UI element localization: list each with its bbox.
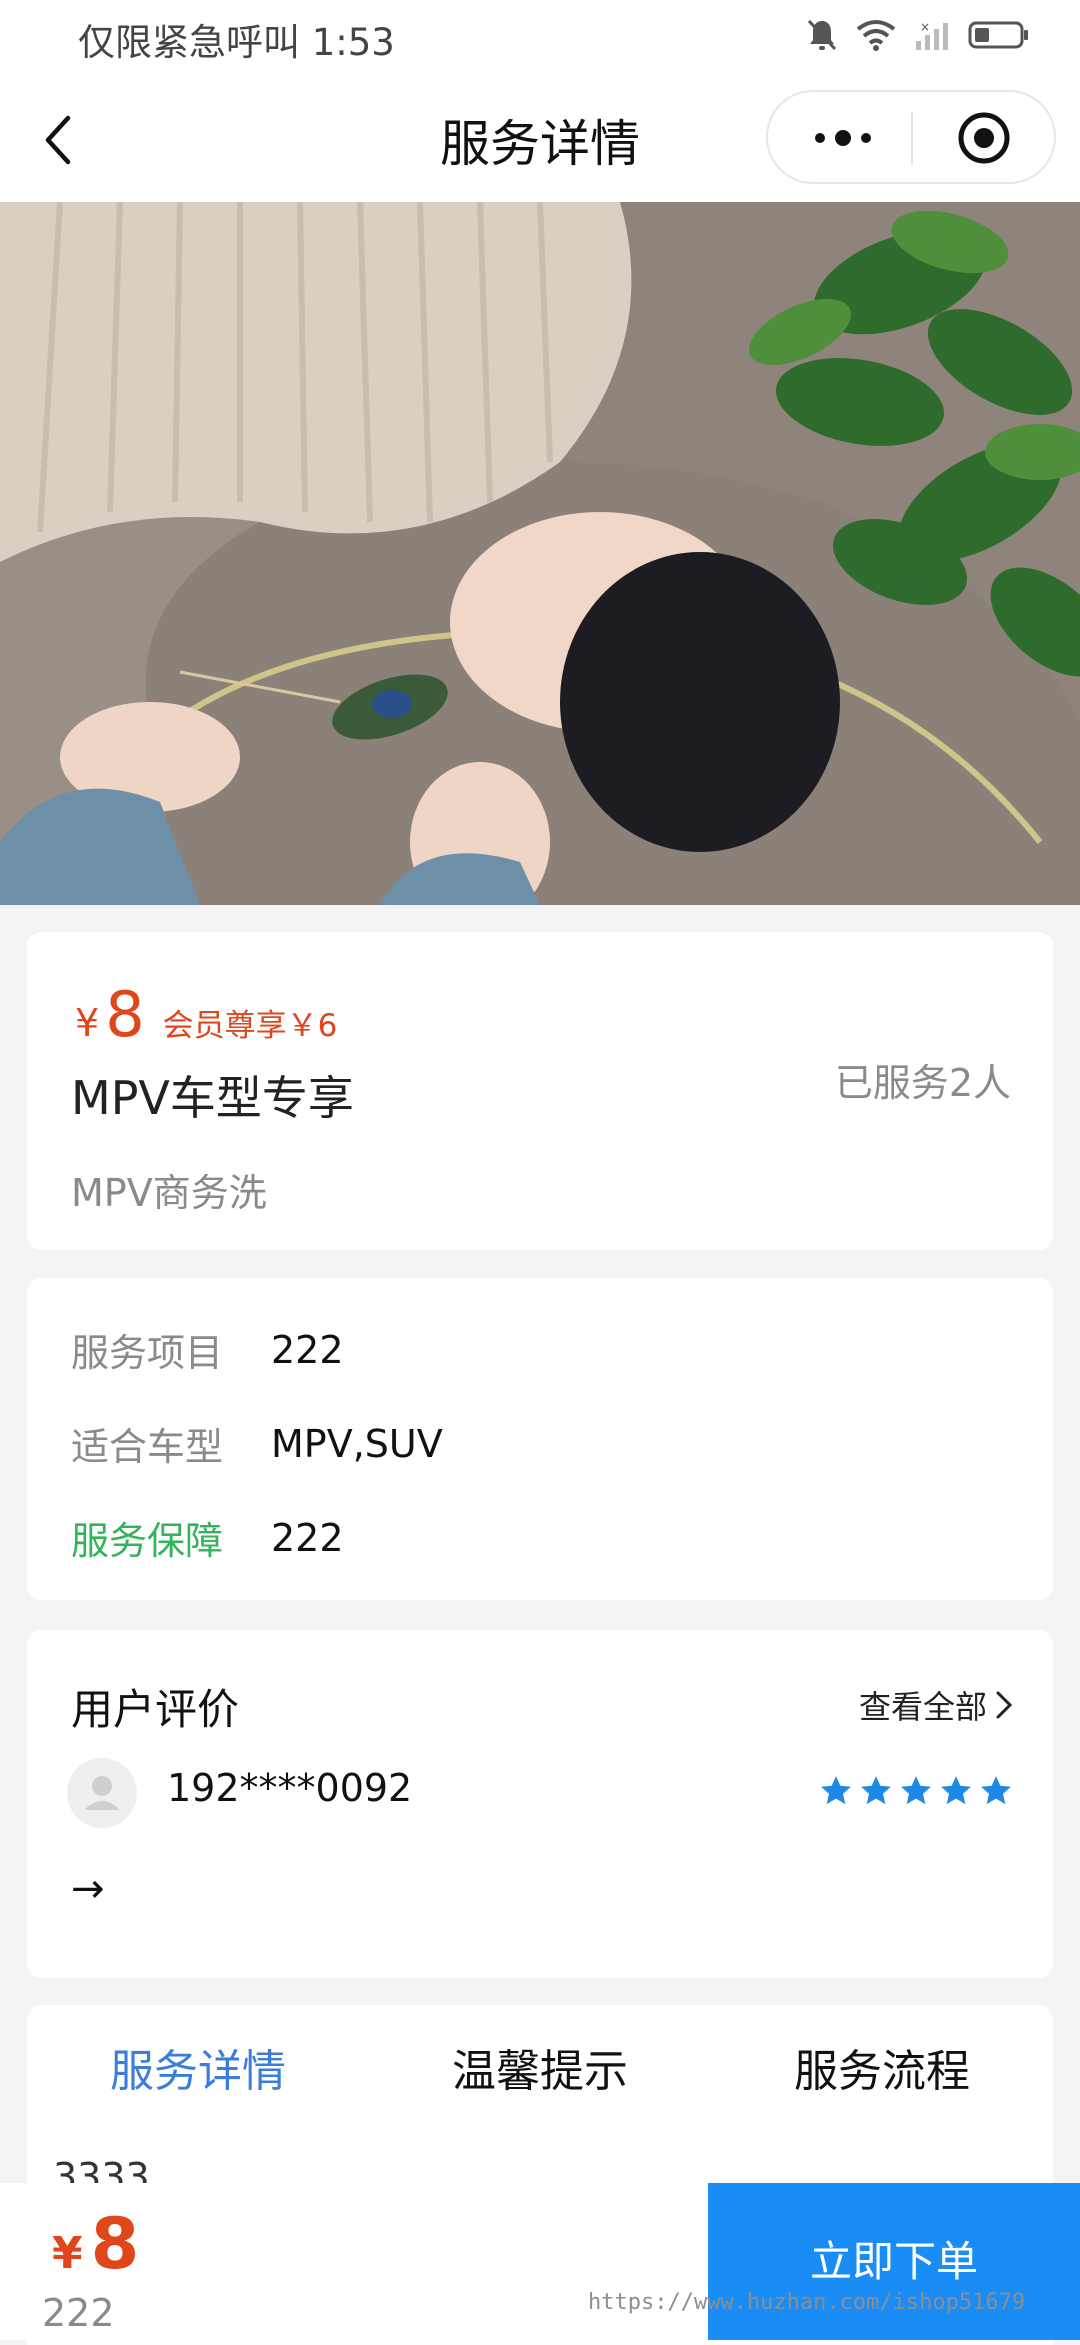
info-row-project: 服务项目 222: [71, 1322, 344, 1377]
hero-photo: [0, 202, 1080, 905]
price-card: ¥ 8 会员尊享￥6 MPV车型专享 已服务2人 MPV商务洗: [27, 932, 1053, 1250]
status-time: 仅限紧急呼叫 1:53: [78, 21, 395, 64]
star-icon: [901, 1776, 931, 1805]
service-subtitle: MPV商务洗: [71, 1171, 267, 1215]
wifi-icon: [856, 20, 896, 51]
status-bar: 仅限紧急呼叫 1:53 ×: [0, 0, 1080, 72]
bottom-price: ¥ 8: [52, 2203, 139, 2285]
svg-text:×: ×: [920, 20, 930, 34]
avatar: [67, 1758, 137, 1828]
rating-stars: [819, 1774, 1013, 1808]
service-name: MPV车型专享: [71, 1071, 354, 1125]
tab-bar: 服务详情 温馨提示 服务流程: [27, 2035, 1053, 2099]
tab-tips[interactable]: 温馨提示: [369, 2035, 711, 2099]
bell-muted-icon: [807, 19, 837, 51]
capsule-divider: [911, 112, 913, 164]
battery-icon: [968, 21, 1028, 49]
view-all-label: 查看全部: [858, 1688, 987, 1726]
info-key: 适合车型: [71, 1425, 224, 1469]
more-dots-icon[interactable]: [808, 114, 878, 162]
review-username: 192****0092: [167, 1766, 413, 1810]
view-all-link[interactable]: 查看全部: [859, 1682, 1013, 1728]
price-row: ¥ 8 会员尊享￥6: [75, 978, 337, 1051]
nav-bar: 服务详情: [0, 72, 1080, 202]
info-value: 222: [271, 1515, 344, 1560]
info-value: 222: [271, 1327, 344, 1372]
bottom-price-value: 8: [90, 2203, 140, 2285]
review-title: 用户评价: [71, 1685, 240, 1734]
star-icon: [941, 1776, 971, 1805]
service-info-card: 服务项目 222 适合车型 MPV,SUV 服务保障 222: [27, 1278, 1053, 1600]
tab-process[interactable]: 服务流程: [711, 2035, 1053, 2099]
watermark-text: https://www.huzhan.com/ishop51679: [588, 2290, 1026, 2315]
bottom-sub-text: 222: [42, 2291, 115, 2335]
review-content: →: [71, 1866, 105, 1912]
star-icon: [821, 1776, 851, 1805]
star-icon: [981, 1776, 1011, 1805]
user-avatar-icon: [84, 1776, 120, 1810]
bottom-price-currency: ¥: [52, 2228, 83, 2279]
service-hero-image: [0, 202, 1080, 905]
mini-program-capsule: [766, 90, 1056, 184]
price-currency: ¥: [75, 1001, 100, 1045]
star-icon: [861, 1776, 891, 1805]
chevron-right-icon: [996, 1691, 1013, 1719]
served-count: 已服务2人: [834, 1061, 1011, 1105]
info-key: 服务保障: [71, 1519, 224, 1563]
info-value: MPV,SUV: [271, 1421, 443, 1466]
info-row-car-type: 适合车型 MPV,SUV: [71, 1416, 443, 1471]
info-key: 服务项目: [71, 1331, 224, 1375]
info-row-guarantee: 服务保障 222: [71, 1510, 344, 1565]
member-price: 会员尊享￥6: [162, 1008, 338, 1044]
close-target-icon[interactable]: [956, 110, 1012, 166]
price-value: 8: [105, 978, 145, 1051]
review-card: 用户评价 查看全部 192****0092 →: [27, 1630, 1053, 1978]
status-icons: ×: [806, 18, 1030, 52]
signal-icon: ×: [916, 20, 948, 50]
tab-service-detail[interactable]: 服务详情: [27, 2035, 369, 2099]
order-now-button[interactable]: 立即下单: [708, 2183, 1080, 2340]
